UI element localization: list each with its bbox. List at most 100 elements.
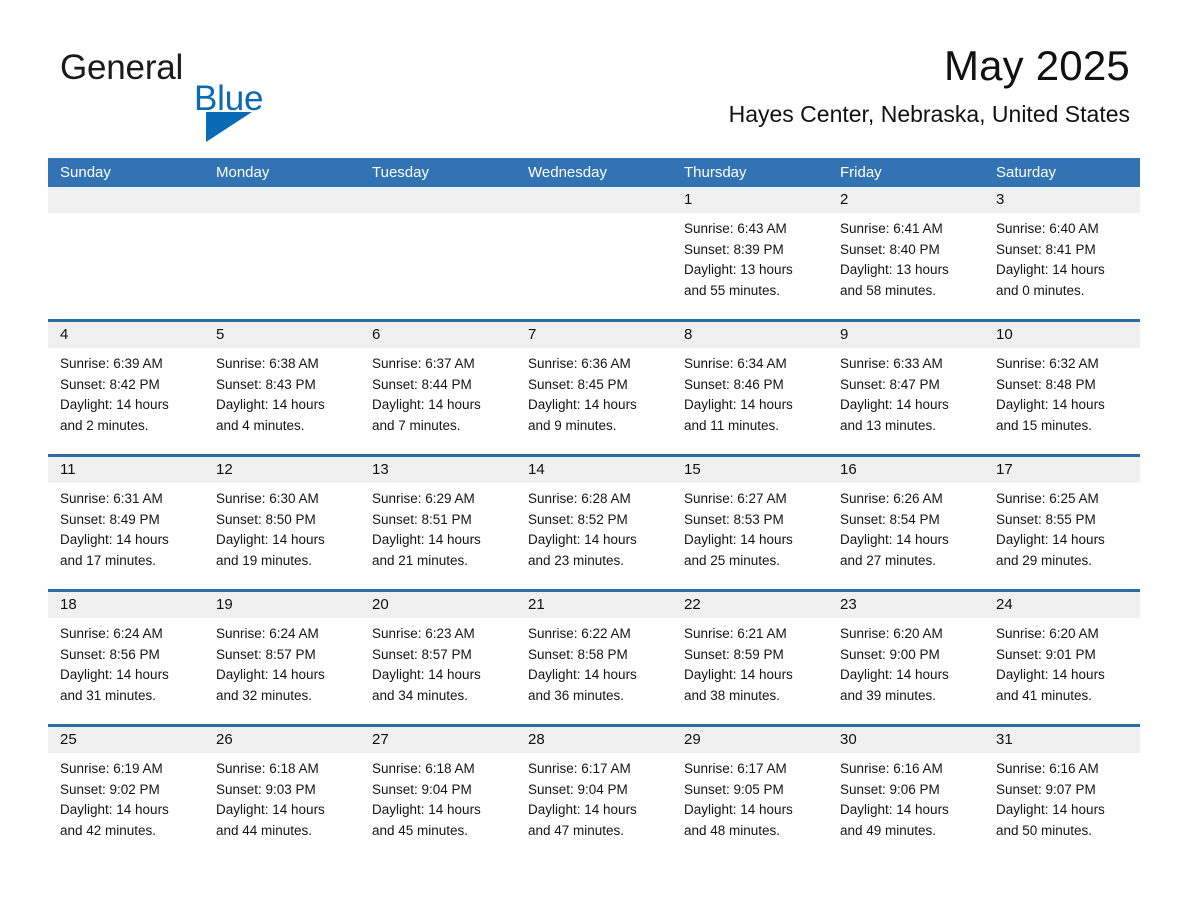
sunrise-text: Sunrise: 6:30 AM	[216, 491, 319, 506]
daylight-text-line2: and 13 minutes.	[840, 417, 937, 433]
day-info: Sunrise: 6:17 AM Sunset: 9:04 PM Daylight:…	[516, 753, 672, 841]
weekday-wednesday: Wednesday	[528, 164, 607, 181]
day-info: Sunrise: 6:25 AM Sunset: 8:55 PM Daylight:…	[984, 483, 1140, 571]
day-cell[interactable]: 26 Sunrise: 6:18 AM Sunset: 9:03 PM Dayligh…	[204, 727, 360, 847]
daylight-text-line1: Daylight: 14 hours	[60, 532, 169, 547]
day-info: Sunrise: 6:40 AM Sunset: 8:41 PM Daylight:…	[984, 213, 1140, 301]
day-cell[interactable]: 13 Sunrise: 6:29 AM Sunset: 8:51 PM Dayligh…	[360, 457, 516, 589]
day-cell[interactable]: 1 Sunrise: 6:43 AM Sunset: 8:39 PM Daylight…	[672, 187, 828, 319]
day-number-band: 11	[48, 457, 204, 483]
daylight-text-line1: Daylight: 14 hours	[684, 802, 793, 817]
day-info: Sunrise: 6:30 AM Sunset: 8:50 PM Daylight:…	[204, 483, 360, 571]
sunset-text: Sunset: 9:00 PM	[840, 646, 940, 662]
sunrise-text: Sunrise: 6:38 AM	[216, 356, 319, 371]
day-info	[48, 213, 204, 219]
day-info: Sunrise: 6:37 AM Sunset: 8:44 PM Daylight:…	[360, 348, 516, 436]
day-cell[interactable]: 4 Sunrise: 6:39 AM Sunset: 8:42 PM Daylight…	[48, 322, 204, 454]
brand-logo[interactable]: General Blue	[60, 50, 320, 142]
daylight-text-line2: and 48 minutes.	[684, 822, 781, 838]
day-info: Sunrise: 6:21 AM Sunset: 8:59 PM Daylight:…	[672, 618, 828, 706]
day-number-band: 23	[828, 592, 984, 618]
day-info: Sunrise: 6:39 AM Sunset: 8:42 PM Daylight:…	[48, 348, 204, 436]
daylight-text-line1: Daylight: 14 hours	[840, 397, 949, 412]
day-cell[interactable]: 24 Sunrise: 6:20 AM Sunset: 9:01 PM Dayligh…	[984, 592, 1140, 724]
sunset-text: Sunset: 8:56 PM	[60, 646, 160, 662]
day-cell[interactable]: 30 Sunrise: 6:16 AM Sunset: 9:06 PM Dayligh…	[828, 727, 984, 847]
sunrise-text: Sunrise: 6:39 AM	[60, 356, 163, 371]
day-cell[interactable]: 22 Sunrise: 6:21 AM Sunset: 8:59 PM Dayligh…	[672, 592, 828, 724]
daylight-text-line1: Daylight: 14 hours	[996, 262, 1105, 277]
daylight-text-line2: and 55 minutes.	[684, 282, 781, 298]
daylight-text-line2: and 42 minutes.	[60, 822, 157, 838]
day-cell[interactable]: 23 Sunrise: 6:20 AM Sunset: 9:00 PM Dayligh…	[828, 592, 984, 724]
day-number-band	[516, 187, 672, 213]
sunset-text: Sunset: 9:05 PM	[684, 781, 784, 797]
sunrise-text: Sunrise: 6:23 AM	[372, 626, 475, 641]
day-info	[204, 213, 360, 219]
sunrise-text: Sunrise: 6:18 AM	[372, 761, 475, 776]
day-number-band: 29	[672, 727, 828, 753]
day-cell[interactable]: 20 Sunrise: 6:23 AM Sunset: 8:57 PM Dayligh…	[360, 592, 516, 724]
day-cell[interactable]: 7 Sunrise: 6:36 AM Sunset: 8:45 PM Daylight…	[516, 322, 672, 454]
daylight-text-line2: and 4 minutes.	[216, 417, 305, 433]
day-number-band: 7	[516, 322, 672, 348]
sunset-text: Sunset: 8:44 PM	[372, 376, 472, 392]
sunset-text: Sunset: 8:49 PM	[60, 511, 160, 527]
day-cell[interactable]: 5 Sunrise: 6:38 AM Sunset: 8:43 PM Daylight…	[204, 322, 360, 454]
sunrise-text: Sunrise: 6:18 AM	[216, 761, 319, 776]
day-cell[interactable]: 3 Sunrise: 6:40 AM Sunset: 8:41 PM Daylight…	[984, 187, 1140, 319]
day-number: 20	[372, 596, 389, 613]
day-cell[interactable]: 15 Sunrise: 6:27 AM Sunset: 8:53 PM Dayligh…	[672, 457, 828, 589]
day-cell[interactable]: 25 Sunrise: 6:19 AM Sunset: 9:02 PM Dayligh…	[48, 727, 204, 847]
sunrise-text: Sunrise: 6:34 AM	[684, 356, 787, 371]
day-cell-empty	[48, 187, 204, 319]
sunrise-text: Sunrise: 6:16 AM	[996, 761, 1099, 776]
day-cell[interactable]: 27 Sunrise: 6:18 AM Sunset: 9:04 PM Dayligh…	[360, 727, 516, 847]
day-cell[interactable]: 8 Sunrise: 6:34 AM Sunset: 8:46 PM Daylight…	[672, 322, 828, 454]
daylight-text-line2: and 32 minutes.	[216, 687, 313, 703]
page-subtitle: Hayes Center, Nebraska, United States	[728, 101, 1130, 127]
day-cell[interactable]: 21 Sunrise: 6:22 AM Sunset: 8:58 PM Dayligh…	[516, 592, 672, 724]
calendar-week-row: 18 Sunrise: 6:24 AM Sunset: 8:56 PM Dayligh…	[48, 589, 1140, 724]
daylight-text-line2: and 2 minutes.	[60, 417, 149, 433]
day-number: 17	[996, 461, 1013, 478]
day-number: 30	[840, 731, 857, 748]
sunrise-text: Sunrise: 6:16 AM	[840, 761, 943, 776]
sunrise-text: Sunrise: 6:37 AM	[372, 356, 475, 371]
day-cell[interactable]: 14 Sunrise: 6:28 AM Sunset: 8:52 PM Dayligh…	[516, 457, 672, 589]
sunset-text: Sunset: 8:48 PM	[996, 376, 1096, 392]
day-cell[interactable]: 17 Sunrise: 6:25 AM Sunset: 8:55 PM Dayligh…	[984, 457, 1140, 589]
day-cell[interactable]: 6 Sunrise: 6:37 AM Sunset: 8:44 PM Daylight…	[360, 322, 516, 454]
day-cell[interactable]: 18 Sunrise: 6:24 AM Sunset: 8:56 PM Dayligh…	[48, 592, 204, 724]
sunset-text: Sunset: 9:02 PM	[60, 781, 160, 797]
day-number-band: 18	[48, 592, 204, 618]
daylight-text-line2: and 34 minutes.	[372, 687, 469, 703]
day-number-band: 12	[204, 457, 360, 483]
day-cell[interactable]: 19 Sunrise: 6:24 AM Sunset: 8:57 PM Dayligh…	[204, 592, 360, 724]
day-cell[interactable]: 31 Sunrise: 6:16 AM Sunset: 9:07 PM Dayligh…	[984, 727, 1140, 847]
day-cell[interactable]: 28 Sunrise: 6:17 AM Sunset: 9:04 PM Dayligh…	[516, 727, 672, 847]
daylight-text-line1: Daylight: 14 hours	[528, 802, 637, 817]
day-cell[interactable]: 29 Sunrise: 6:17 AM Sunset: 9:05 PM Dayligh…	[672, 727, 828, 847]
day-number-band: 19	[204, 592, 360, 618]
day-number-band: 5	[204, 322, 360, 348]
sunrise-text: Sunrise: 6:20 AM	[840, 626, 943, 641]
day-cell[interactable]: 11 Sunrise: 6:31 AM Sunset: 8:49 PM Dayligh…	[48, 457, 204, 589]
day-info: Sunrise: 6:24 AM Sunset: 8:56 PM Daylight:…	[48, 618, 204, 706]
day-number-band: 24	[984, 592, 1140, 618]
day-cell[interactable]: 9 Sunrise: 6:33 AM Sunset: 8:47 PM Daylight…	[828, 322, 984, 454]
day-cell[interactable]: 2 Sunrise: 6:41 AM Sunset: 8:40 PM Daylight…	[828, 187, 984, 319]
sunset-text: Sunset: 9:07 PM	[996, 781, 1096, 797]
day-number-band: 6	[360, 322, 516, 348]
weekday-thursday: Thursday	[684, 164, 747, 181]
page-header: General Blue May 2025 Hayes Center, Nebr…	[0, 0, 1188, 150]
day-cell[interactable]: 12 Sunrise: 6:30 AM Sunset: 8:50 PM Dayligh…	[204, 457, 360, 589]
day-cell[interactable]: 10 Sunrise: 6:32 AM Sunset: 8:48 PM Dayligh…	[984, 322, 1140, 454]
daylight-text-line1: Daylight: 14 hours	[840, 802, 949, 817]
day-number: 31	[996, 731, 1013, 748]
sunrise-text: Sunrise: 6:29 AM	[372, 491, 475, 506]
daylight-text-line1: Daylight: 14 hours	[60, 667, 169, 682]
day-cell[interactable]: 16 Sunrise: 6:26 AM Sunset: 8:54 PM Dayligh…	[828, 457, 984, 589]
daylight-text-line1: Daylight: 14 hours	[60, 802, 169, 817]
daylight-text-line1: Daylight: 14 hours	[840, 667, 949, 682]
